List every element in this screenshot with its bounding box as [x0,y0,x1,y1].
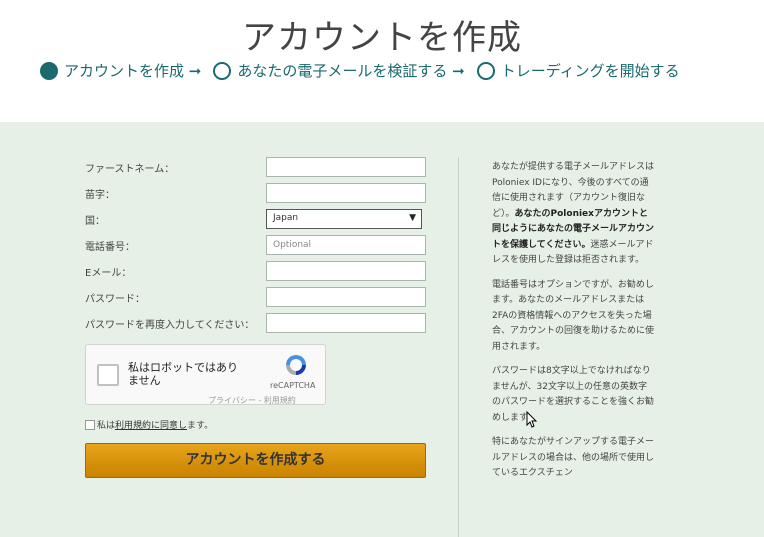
step-create-account: アカウントを作成 ➞ [40,60,201,81]
terms-suffix: ます。 [187,421,214,431]
email-label: Eメール： [85,268,132,279]
help-paragraph-email: あなたが提供する電子メールアドレスはPoloniex IDになり、今後のすべての… [492,160,654,269]
help-paragraph-email-security: 特にあなたがサインアップする電子メールアドレスの場合は、他の場所で使用しているエ… [492,437,655,478]
recaptcha-brand: reCAPTCHA [270,381,316,390]
step-label: あなたの電子メールを検証する ➞ [237,62,465,80]
password-input[interactable] [266,287,426,307]
last-name-label: 苗字： [85,190,115,201]
recaptcha-widget: 私はロボットではありません reCAPTCHA プライバシー - 利用規約 [85,344,326,405]
dropdown-arrow-icon: ▼ [409,213,416,223]
phone-label: 電話番号： [85,242,135,253]
help-paragraph-phone: 電話番号はオプションですが、お勧めします。あなたのメールアドレスまたは2FAの資… [492,279,655,352]
create-account-button[interactable]: アカウントを作成する [85,443,426,478]
terms-agreement: 私は 利用規約に同意し ます。 [85,418,213,431]
step-verify-email: あなたの電子メールを検証する ➞ [213,60,465,81]
terms-link[interactable]: 利用規約に同意し [115,418,187,431]
step-circle-icon [213,61,232,80]
password-confirm-label: パスワードを再度入力してください： [85,320,255,331]
recaptcha-checkbox[interactable] [97,364,119,386]
progress-steps: アカウントを作成 ➞ あなたの電子メールを検証する ➞ トレーディングを開始する [40,60,680,81]
help-paragraph-password: パスワードは8文字以上でなければなりませんが、32文字以上の任意の英数字のパスワ… [492,366,655,423]
terms-checkbox[interactable] [85,419,95,430]
recaptcha-logo-icon [286,355,306,375]
country-label: 国： [85,216,105,227]
step-start-trading: トレーディングを開始する [476,60,680,81]
password-label: パスワード： [85,294,145,305]
email-input[interactable] [266,261,426,281]
column-divider [458,157,459,537]
step-label: アカウントを作成 ➞ [64,62,202,80]
terms-prefix: 私は [97,421,116,431]
country-value: Japan [273,213,299,223]
mouse-cursor-icon [526,411,538,428]
country-select[interactable]: Japan ▼ [266,209,422,229]
step-circle-icon [476,61,495,80]
step-active-circle-icon [40,61,58,80]
help-text: あなたが提供する電子メールアドレスはPoloniex IDになり、今後のすべての… [492,160,654,491]
recaptcha-links[interactable]: プライバシー - 利用規約 [208,395,296,406]
last-name-input[interactable] [266,183,426,203]
first-name-label: ファーストネーム： [85,164,175,175]
password-confirm-input[interactable] [266,313,426,333]
step-label: トレーディングを開始する [500,62,680,80]
phone-input[interactable] [266,235,426,255]
first-name-input[interactable] [266,157,426,177]
recaptcha-text: 私はロボットではありません [128,361,238,387]
page-title: アカウントを作成 [242,18,522,58]
